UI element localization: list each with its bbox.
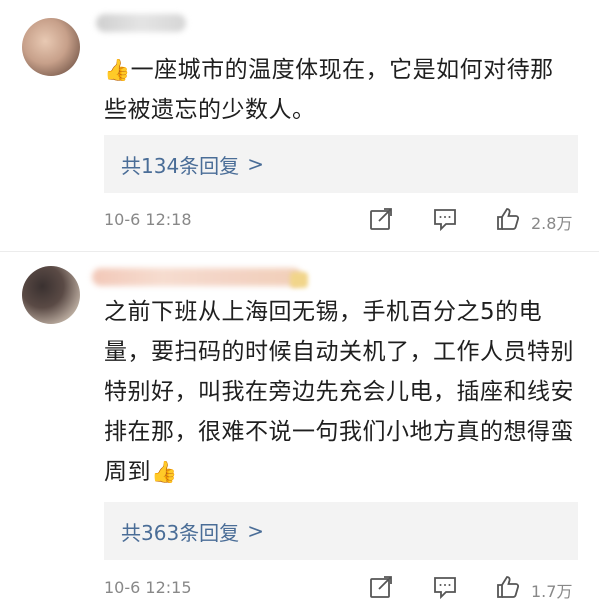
username-blurred[interactable]	[96, 14, 186, 32]
replies-button[interactable]: 共363条回复 >	[104, 502, 578, 560]
like-icon[interactable]	[495, 574, 525, 604]
thumbs-up-emoji-icon: 👍	[151, 460, 178, 484]
comment-item: 之前下班从上海回无锡，手机百分之5的电量，要扫码的时候自动关机了，工作人员特别特…	[0, 252, 599, 616]
comment-item: 👍一座城市的温度体现在，它是如何对待那些被遗忘的少数人。 共134条回复 > 1…	[0, 0, 599, 252]
avatar[interactable]	[22, 266, 80, 324]
share-icon[interactable]	[368, 574, 398, 604]
replies-count: 共134条回复	[121, 153, 240, 178]
like-icon[interactable]	[495, 206, 525, 236]
comment-text: 👍一座城市的温度体现在，它是如何对待那些被遗忘的少数人。	[104, 50, 574, 130]
comment-icon[interactable]	[432, 206, 462, 236]
like-count: 1.7万	[531, 582, 573, 601]
comment-time: 10-6 12:15	[104, 578, 192, 597]
comment-text: 之前下班从上海回无锡，手机百分之5的电量，要扫码的时候自动关机了，工作人员特别特…	[104, 292, 574, 492]
comment-time: 10-6 12:18	[104, 210, 192, 229]
comment-meta: 10-6 12:18 2.8万	[0, 206, 599, 236]
like-count: 2.8万	[531, 214, 573, 233]
thumbs-up-emoji-icon: 👍	[104, 58, 131, 82]
chevron-right-icon: >	[247, 152, 264, 176]
username-blurred[interactable]	[92, 268, 302, 286]
replies-button[interactable]: 共134条回复 >	[104, 135, 578, 193]
user-badge-icon	[290, 272, 308, 288]
chevron-right-icon: >	[247, 519, 264, 543]
avatar[interactable]	[22, 18, 80, 76]
comment-meta: 10-6 12:15 1.7万	[0, 574, 599, 604]
comment-icon[interactable]	[432, 574, 462, 604]
share-icon[interactable]	[368, 206, 398, 236]
replies-count: 共363条回复	[121, 520, 240, 545]
